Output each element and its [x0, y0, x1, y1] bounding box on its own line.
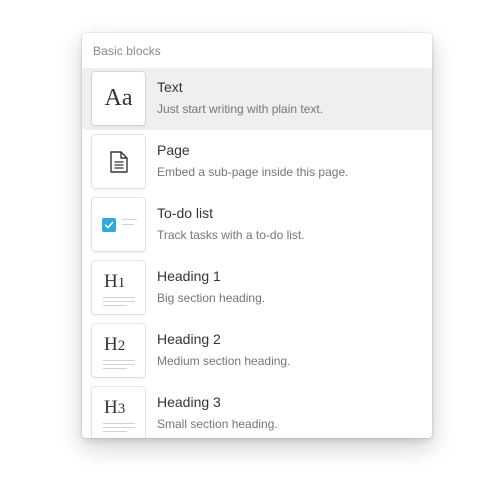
menu-item-heading-1[interactable]: H1 Heading 1 Big section heading.	[82, 257, 432, 319]
menu-item-text[interactable]: Aa Text Just start writing with plain te…	[82, 68, 432, 130]
menu-item-description: Medium section heading.	[157, 354, 291, 368]
checkbox-checked-icon	[102, 218, 116, 232]
todo-checkbox-icon	[92, 198, 145, 251]
menu-item-label: Heading 2	[157, 331, 221, 347]
menu-item-description: Embed a sub-page inside this page.	[157, 165, 349, 179]
menu-item-heading-2[interactable]: H2 Heading 2 Medium section heading.	[82, 320, 432, 382]
text-lines-icon	[122, 219, 137, 229]
text-lines-icon	[103, 297, 135, 309]
menu-item-heading-3[interactable]: H3 Heading 3 Small section heading.	[82, 383, 432, 438]
document-icon	[110, 151, 128, 173]
block-menu: Basic blocks Aa Text Just start writing …	[82, 33, 432, 438]
menu-item-todo[interactable]: To-do list Track tasks with a to-do list…	[82, 194, 432, 256]
section-header: Basic blocks	[93, 44, 161, 58]
page-icon	[92, 135, 145, 188]
heading-3-icon: H3	[92, 387, 145, 438]
menu-item-label: Page	[157, 142, 190, 158]
text-lines-icon	[103, 360, 135, 372]
menu-item-description: Just start writing with plain text.	[157, 102, 324, 116]
menu-item-description: Track tasks with a to-do list.	[157, 228, 305, 242]
menu-item-label: Heading 3	[157, 394, 221, 410]
menu-item-page[interactable]: Page Embed a sub-page inside this page.	[82, 131, 432, 193]
menu-item-description: Big section heading.	[157, 291, 266, 305]
heading-1-icon: H1	[92, 261, 145, 314]
menu-item-description: Small section heading.	[157, 417, 278, 431]
heading-2-icon: H2	[92, 324, 145, 377]
menu-item-label: Text	[157, 79, 183, 95]
menu-item-label: Heading 1	[157, 268, 221, 284]
text-lines-icon	[103, 423, 135, 435]
text-aa-icon: Aa	[92, 72, 145, 125]
menu-item-label: To-do list	[157, 205, 214, 221]
